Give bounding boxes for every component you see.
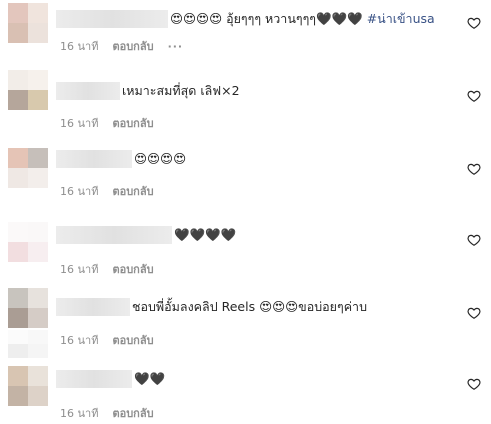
avatar[interactable]: [8, 148, 48, 188]
comment-time: 16 นาที: [60, 185, 99, 198]
username-link[interactable]: user2: [56, 82, 120, 100]
comment-time: 16 นาที: [60, 334, 99, 347]
heart-outline-icon[interactable]: [467, 377, 481, 391]
username-link[interactable]: user5: [56, 298, 130, 316]
avatar[interactable]: [8, 222, 48, 262]
heart-outline-icon[interactable]: [467, 233, 481, 247]
reply-button[interactable]: ตอบกลับ: [112, 182, 153, 200]
avatar[interactable]: [8, 288, 48, 328]
username-link[interactable]: user7: [56, 370, 132, 388]
reply-button[interactable]: ตอบกลับ: [112, 404, 153, 422]
comment-text: 😍😍😍😍: [134, 151, 187, 166]
avatar[interactable]: [8, 70, 48, 110]
comment-time: 16 นาที: [60, 263, 99, 276]
heart-outline-icon[interactable]: [467, 89, 481, 103]
avatar[interactable]: [8, 3, 48, 43]
comment-time: 16 นาที: [60, 407, 99, 420]
heart-outline-icon[interactable]: [467, 16, 481, 30]
comment-text: ชอบพี่อั้มลงคลิป Reels 😍😍😍ขอบ่อยๆค่าบ: [132, 299, 368, 314]
username-link[interactable]: user1: [56, 10, 168, 28]
reply-button[interactable]: ตอบกลับ: [112, 331, 153, 349]
username-link[interactable]: user4: [56, 226, 172, 244]
heart-outline-icon[interactable]: [467, 162, 481, 176]
reply-button[interactable]: ตอบกลับ: [112, 114, 153, 132]
reply-button[interactable]: ตอบกลับ: [112, 37, 153, 55]
comment-text: เหมาะสมที่สุด เลิฟ×2: [122, 83, 240, 98]
avatar[interactable]: [8, 330, 48, 358]
comment-text: 🖤🖤🖤🖤: [174, 227, 237, 242]
heart-outline-icon[interactable]: [467, 306, 481, 320]
comment-text: 😍😍😍😍 อุ้ยๆๆๆ หวานๆๆๆ🖤🖤🖤: [170, 11, 363, 26]
username-link[interactable]: user3: [56, 150, 132, 168]
comment-text: 🖤🖤: [134, 371, 166, 386]
hashtag-link[interactable]: #น่าเข้าusa: [367, 11, 435, 27]
more-options-button[interactable]: ···: [168, 40, 184, 53]
avatar[interactable]: [8, 366, 48, 406]
reply-button[interactable]: ตอบกลับ: [112, 260, 153, 278]
comment-time: 16 นาที: [60, 40, 99, 53]
comment-time: 16 นาที: [60, 117, 99, 130]
